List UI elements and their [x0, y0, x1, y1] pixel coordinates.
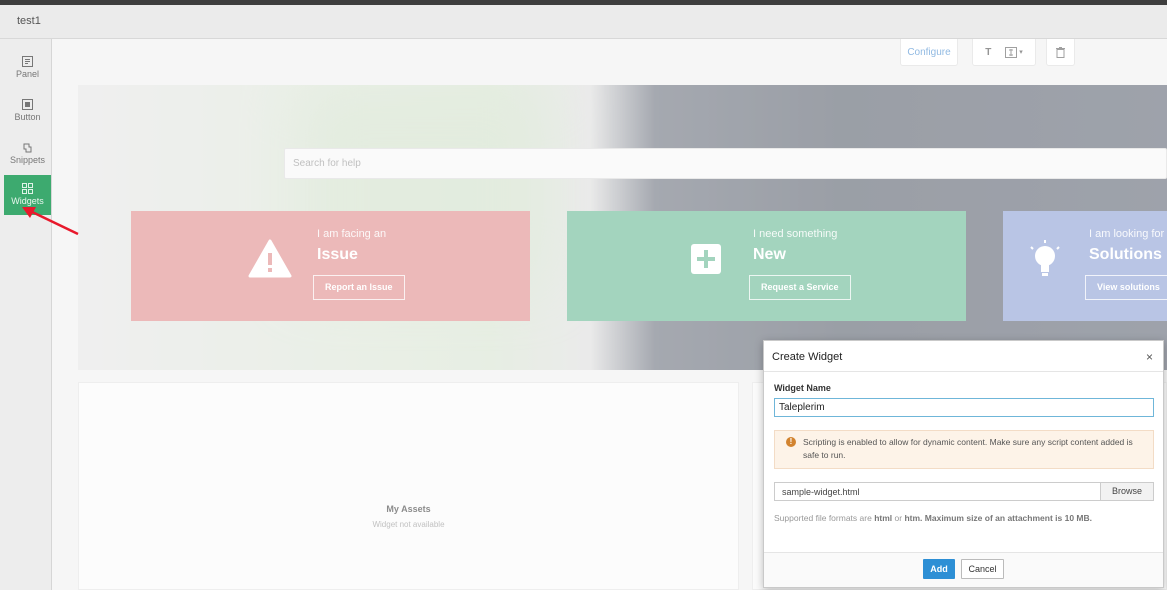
sidebar-item-label: Snippets — [9, 155, 46, 165]
warning-info-icon: ! — [786, 437, 796, 447]
scripting-warning: ! Scripting is enabled to allow for dyna… — [774, 430, 1154, 469]
dialog-title: Create Widget — [772, 351, 843, 363]
supported-formats-note: Supported file formats are html or htm. … — [774, 513, 1092, 523]
app-header: test1 — [0, 5, 1167, 39]
close-icon[interactable]: × — [1146, 350, 1153, 364]
file-path-field[interactable]: sample-widget.html — [774, 482, 1101, 501]
sidebar: Panel Button Snippets Widgets — [0, 39, 52, 590]
sidebar-item-snippets[interactable]: Snippets — [4, 134, 51, 174]
panel-icon — [22, 56, 33, 67]
format-htm: htm. — [904, 513, 923, 523]
widget-name-label: Widget Name — [774, 383, 831, 393]
annotation-arrow-icon — [22, 207, 79, 236]
dialog-footer: Add Cancel — [764, 552, 1163, 587]
cancel-button[interactable]: Cancel — [961, 559, 1004, 579]
sidebar-item-label: Panel — [15, 69, 40, 79]
widget-name-input[interactable] — [774, 398, 1154, 417]
sidebar-item-button[interactable]: Button — [4, 91, 51, 131]
browse-button[interactable]: Browse — [1100, 482, 1154, 501]
format-html: html — [874, 513, 893, 523]
create-widget-dialog: Create Widget × Widget Name ! Scripting … — [763, 340, 1164, 588]
formats-or: or — [894, 513, 903, 523]
button-icon — [22, 99, 33, 110]
app-title: test1 — [17, 15, 41, 27]
formats-max-size: Maximum size of an attachment is 10 MB. — [924, 513, 1092, 523]
add-button[interactable]: Add — [923, 559, 955, 579]
sidebar-item-panel[interactable]: Panel — [4, 48, 51, 88]
formats-prefix: Supported file formats are — [774, 513, 872, 523]
sidebar-item-label: Button — [14, 112, 41, 122]
dialog-header: Create Widget × — [764, 341, 1163, 372]
widgets-icon — [22, 183, 33, 194]
snippets-icon — [23, 143, 32, 153]
warning-text: Scripting is enabled to allow for dynami… — [803, 437, 1133, 460]
